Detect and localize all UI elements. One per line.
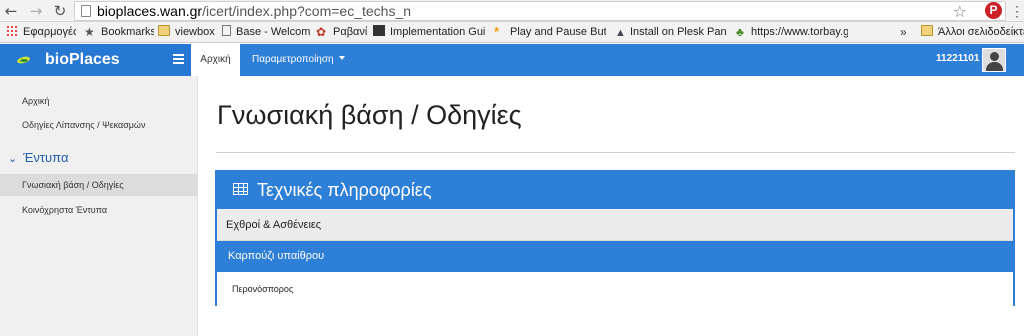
bookmark-other[interactable]: Άλλοι σελιδοδείκτε xyxy=(921,25,1024,40)
page-icon xyxy=(222,25,231,36)
hamburger-menu-icon[interactable] xyxy=(173,54,184,64)
menu-icon[interactable]: ⋮ xyxy=(1010,2,1024,20)
bookmark-ravani[interactable]: ✿ Ραβανί xyxy=(316,25,368,40)
browser-toolbar: ← → ↻ bioplaces.wan.gr/icert/index.php?c… xyxy=(0,0,1024,22)
panel-header: Τεχνικές πληροφορίες xyxy=(217,172,1013,209)
reload-icon[interactable]: ↻ xyxy=(51,2,69,20)
caret-down-icon xyxy=(338,56,345,60)
bookmark-play-pause[interactable]: *Play and Pause Button xyxy=(494,25,606,40)
asterisk-icon: * xyxy=(494,25,500,39)
bookmark-apps[interactable]: Εφαρμογές xyxy=(6,25,76,40)
more-bookmarks-chevron[interactable]: » xyxy=(900,25,907,40)
avatar[interactable] xyxy=(982,48,1006,72)
category-row[interactable]: Εχθροί & Ασθένειες xyxy=(217,209,1013,241)
sidebar-item-fertilization[interactable]: Οδηγίες Λίπανσης / Ψεκασμών xyxy=(0,115,198,135)
sidebar: Αρχική Οδηγίες Λίπανσης / Ψεκασμών ⌄ Έντυ… xyxy=(0,76,198,336)
sidebar-item-home[interactable]: Αρχική xyxy=(0,91,198,111)
square-icon xyxy=(373,25,385,36)
bookmark-viewbox[interactable]: viewbox xyxy=(158,25,218,40)
bookmarks-bar: Εφαρμογές ★ Bookmarks viewbox Base - Welc… xyxy=(0,22,1024,43)
plant-icon: ♣ xyxy=(736,25,744,39)
bookmark-implementation-guide[interactable]: Implementation Guide xyxy=(373,25,485,40)
forward-arrow-icon[interactable]: → xyxy=(27,2,45,20)
folder-icon xyxy=(158,25,170,36)
list-item[interactable]: Περονόσπορος xyxy=(217,272,1013,306)
chevron-down-icon: ⌄ xyxy=(8,152,18,165)
tech-info-panel: Τεχνικές πληροφορίες Εχθροί & Ασθένειες … xyxy=(215,170,1015,306)
sidebar-item-shared-forms[interactable]: Κοινόχρηστα Έντυπα xyxy=(0,200,198,220)
table-icon xyxy=(233,183,248,195)
watermelon-logo-icon xyxy=(17,55,32,65)
page-title: Γνωσιακή βάση / Οδηγίες xyxy=(217,100,522,130)
star-icon: ★ xyxy=(84,25,95,39)
sidebar-item-knowledge-base[interactable]: Γνωσιακή βάση / Οδηγίες xyxy=(0,174,198,196)
user-code[interactable]: 11221101 xyxy=(936,44,979,76)
pinterest-icon[interactable]: P xyxy=(985,2,1002,19)
bookmark-bookmarks[interactable]: ★ Bookmarks xyxy=(84,25,154,40)
brand-area: bioPlaces xyxy=(0,44,198,76)
panel-title: Τεχνικές πληροφορίες xyxy=(257,180,432,200)
nav-tab-home[interactable]: Αρχική xyxy=(191,44,240,76)
divider xyxy=(216,152,1015,153)
app-header: bioPlaces Αρχική Παραμετροποίηση 1122110… xyxy=(0,44,1024,76)
leaf-icon: ✿ xyxy=(316,25,327,39)
plesk-icon: ▲ xyxy=(615,27,626,39)
url-text: bioplaces.wan.gr/icert/index.php?com=ec_… xyxy=(97,3,412,19)
bookmark-plesk[interactable]: ▲ Install on Plesk Panel xyxy=(615,25,727,40)
page-icon xyxy=(81,5,91,17)
nav-tab-settings[interactable]: Παραμετροποίηση xyxy=(252,44,345,76)
bookmark-star-icon[interactable]: ☆ xyxy=(953,2,967,22)
brand-name[interactable]: bioPlaces xyxy=(45,50,120,70)
address-bar[interactable]: bioplaces.wan.gr/icert/index.php?com=ec_… xyxy=(74,1,1006,21)
sidebar-section-forms[interactable]: ⌄ Έντυπα xyxy=(8,149,68,168)
list-item-selected[interactable]: Καρπούζι υπαίθρου xyxy=(217,241,1013,272)
back-arrow-icon[interactable]: ← xyxy=(2,2,20,20)
bookmark-torbay[interactable]: ♣ https://www.torbay.gc xyxy=(736,25,848,40)
bookmark-base-welcome[interactable]: Base - Welcome xyxy=(222,25,310,40)
folder-icon xyxy=(921,25,933,36)
apps-grid-icon xyxy=(6,25,18,36)
